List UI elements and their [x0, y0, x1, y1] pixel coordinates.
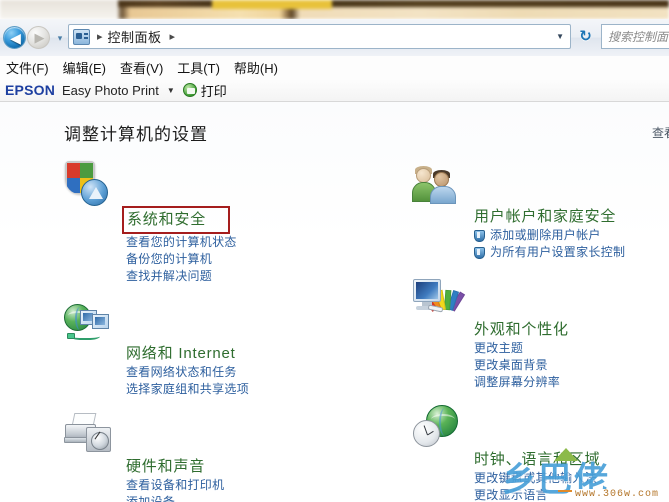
- category-system-and-security[interactable]: 系统和安全 查看您的计算机状态 备份您的计算机 查找并解决问题: [64, 158, 394, 285]
- blurred-photo-strip: [0, 0, 669, 19]
- menu-item-tools[interactable]: 工具(T): [177, 58, 220, 77]
- user-accounts-icon: [412, 160, 460, 208]
- link-setup-parental-controls[interactable]: 为所有用户设置家长控制: [474, 244, 669, 261]
- menu-item-file[interactable]: 文件(F): [6, 58, 49, 77]
- link-change-keyboards-or-input-methods[interactable]: 更改键盘或其他输入法: [474, 470, 669, 487]
- menu-bar: 文件(F) 编辑(E) 查看(V) 工具(T) 帮助(H): [0, 56, 669, 79]
- category-heading-system-and-security[interactable]: 系统和安全: [122, 206, 231, 234]
- category-appearance-and-personalization[interactable]: 外观和个性化 更改主题 更改桌面背景 调整屏幕分辨率: [412, 271, 669, 391]
- category-network-and-internet[interactable]: 网络和 Internet 查看网络状态和任务 选择家庭组和共享选项: [64, 295, 394, 398]
- page-title: 调整计算机的设置: [64, 125, 208, 144]
- refresh-icon[interactable]: ↻: [574, 26, 597, 48]
- back-button[interactable]: ◀: [3, 26, 26, 49]
- link-view-computer-status[interactable]: 查看您的计算机状态: [126, 234, 394, 251]
- forward-arrow-icon: ▶: [34, 30, 45, 45]
- view-by-label[interactable]: 查看方式: [652, 124, 669, 141]
- photo-left-panel: [0, 0, 118, 19]
- control-panel-content: 调整计算机的设置 查看方式 系统和安全 查看您的计算机状态 备份您的计算机 查找…: [0, 102, 669, 502]
- link-change-the-theme[interactable]: 更改主题: [474, 340, 669, 357]
- breadcrumb-separator-icon[interactable]: ▸: [97, 30, 103, 43]
- back-arrow-icon: ◀: [10, 30, 21, 46]
- link-change-display-language[interactable]: 更改显示语言: [474, 487, 669, 502]
- breadcrumb-control-panel[interactable]: 控制面板: [108, 27, 162, 46]
- recent-pages-button[interactable]: ▾: [54, 33, 66, 43]
- appearance-monitor-icon: [412, 273, 466, 321]
- photo-dark-band: [118, 0, 669, 7]
- menu-item-view[interactable]: 查看(V): [120, 58, 163, 77]
- printer-icon[interactable]: [182, 83, 197, 97]
- photo-yellow-band: [212, 0, 332, 9]
- right-category-column: 用户帐户和家庭安全 添加或删除用户帐户 为所有用户设置家长控制 外观和个性化 更…: [412, 158, 669, 502]
- chevron-down-icon[interactable]: ▼: [556, 32, 564, 41]
- link-find-and-fix-problems[interactable]: 查找并解决问题: [126, 268, 394, 285]
- link-backup-your-computer[interactable]: 备份您的计算机: [126, 251, 394, 268]
- address-bar[interactable]: ▸ 控制面板 ▸ ▼: [68, 24, 571, 49]
- link-label: 添加或删除用户帐户: [490, 228, 601, 242]
- menu-item-help[interactable]: 帮助(H): [234, 58, 278, 77]
- shield-icon: [474, 247, 485, 259]
- clock-globe-icon: [412, 403, 460, 451]
- breadcrumb-separator-2-icon[interactable]: ▸: [170, 30, 176, 43]
- security-shield-icon: [64, 160, 112, 208]
- left-category-column: 系统和安全 查看您的计算机状态 备份您的计算机 查找并解决问题 网络和 Inte…: [64, 158, 394, 502]
- category-hardware-and-sound[interactable]: 硬件和声音 查看设备和打印机 添加设备 连接到投影仪 调整常用移动设置: [64, 408, 394, 502]
- search-placeholder: 搜索控制面板: [608, 30, 669, 44]
- link-view-devices-and-printers[interactable]: 查看设备和打印机: [126, 477, 394, 494]
- category-user-accounts-and-family-safety[interactable]: 用户帐户和家庭安全 添加或删除用户帐户 为所有用户设置家长控制: [412, 158, 669, 261]
- link-change-desktop-background[interactable]: 更改桌面背景: [474, 357, 669, 374]
- category-heading-appearance[interactable]: 外观和个性化: [474, 319, 569, 340]
- forward-button[interactable]: ▶: [27, 26, 50, 49]
- category-heading-clock-language-region[interactable]: 时钟、语言和区域: [474, 449, 600, 470]
- epson-toolbar: EPSON Easy Photo Print ▼ 打印: [0, 79, 669, 102]
- control-panel-window: ◀ ▶ ▾ ▸ 控制面板 ▸ ▼ ↻ 搜索控制面板 文件(F) 编辑(E) 查看…: [0, 0, 669, 502]
- link-adjust-screen-resolution[interactable]: 调整屏幕分辨率: [474, 374, 669, 391]
- link-label: 为所有用户设置家长控制: [490, 245, 626, 259]
- navigation-bar: ◀ ▶ ▾ ▸ 控制面板 ▸ ▼ ↻ 搜索控制面板: [0, 19, 669, 56]
- category-heading-network-and-internet[interactable]: 网络和 Internet: [126, 343, 236, 364]
- printer-speaker-icon: [64, 410, 112, 458]
- epson-brand-logo: EPSON: [5, 82, 56, 98]
- control-panel-icon: [73, 28, 90, 45]
- link-view-network-status[interactable]: 查看网络状态和任务: [126, 364, 394, 381]
- print-button-label[interactable]: 打印: [201, 81, 227, 100]
- link-add-remove-user-accounts[interactable]: 添加或删除用户帐户: [474, 227, 669, 244]
- chevron-down-icon[interactable]: ▼: [167, 86, 175, 95]
- category-clock-language-and-region[interactable]: 时钟、语言和区域 更改键盘或其他输入法 更改显示语言: [412, 401, 669, 502]
- category-heading-user-accounts[interactable]: 用户帐户和家庭安全: [474, 206, 616, 227]
- shield-icon: [474, 230, 485, 242]
- link-add-a-device[interactable]: 添加设备: [126, 494, 394, 502]
- link-choose-homegroup-sharing[interactable]: 选择家庭组和共享选项: [126, 381, 394, 398]
- network-globe-icon: [64, 297, 112, 345]
- menu-item-edit[interactable]: 编辑(E): [63, 58, 106, 77]
- category-heading-hardware-and-sound[interactable]: 硬件和声音: [126, 456, 205, 477]
- search-input[interactable]: 搜索控制面板: [601, 24, 669, 49]
- epson-app-name[interactable]: Easy Photo Print: [62, 83, 159, 98]
